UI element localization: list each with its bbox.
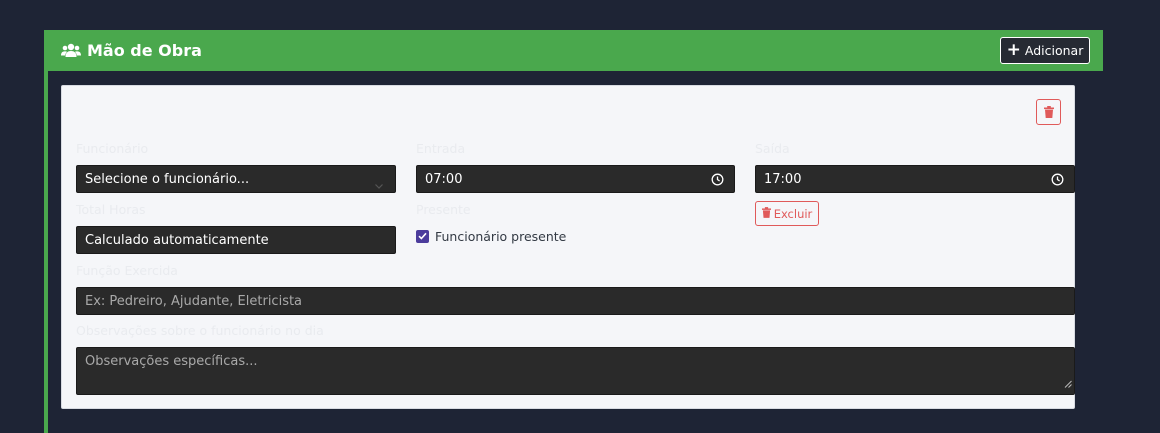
employee-card: Funcionário Entrada Saída Selecione o fu… <box>61 85 1075 409</box>
add-button[interactable]: + Adicionar <box>1000 37 1090 64</box>
entrada-time-input[interactable]: 07:00 <box>416 165 735 193</box>
observacoes-textarea[interactable]: Observações específicas... <box>76 347 1075 395</box>
observacoes-label: Observações sobre o funcionário no dia <box>76 323 324 338</box>
plus-icon: + <box>1006 40 1021 60</box>
total-horas-label: Total Horas <box>76 202 146 217</box>
check-icon <box>418 232 427 240</box>
funcao-input[interactable]: Ex: Pedreiro, Ajudante, Eletricista <box>76 287 1075 315</box>
users-icon <box>61 43 81 59</box>
presente-checkbox-label: Funcionário presente <box>435 228 567 244</box>
presente-label: Presente <box>416 202 471 217</box>
saida-time-input[interactable]: 17:00 <box>755 165 1075 193</box>
funcionario-select-value: Selecione o funcionário... <box>85 171 250 187</box>
funcionario-label: Funcionário <box>76 141 149 156</box>
chevron-down-icon <box>375 178 383 193</box>
excluir-label: Excluir <box>773 206 813 221</box>
add-button-label: Adicionar <box>1024 43 1084 58</box>
saida-time-value: 17:00 <box>764 171 802 187</box>
funcao-label: Função Exercida <box>76 263 178 278</box>
remove-card-button[interactable] <box>1036 99 1061 125</box>
entrada-label: Entrada <box>416 141 466 156</box>
section-left-border <box>44 71 48 433</box>
clock-icon[interactable] <box>1051 173 1064 190</box>
trash-icon <box>761 206 771 221</box>
saida-label: Saída <box>755 141 790 156</box>
section-title-text: Mão de Obra <box>87 41 202 60</box>
excluir-button[interactable]: Excluir <box>755 201 819 226</box>
trash-icon <box>1043 103 1054 122</box>
mao-de-obra-section: Mão de Obra + Adicionar Funcionário Entr… <box>44 30 1103 433</box>
section-header: Mão de Obra + Adicionar <box>44 30 1103 71</box>
entrada-time-value: 07:00 <box>425 171 463 187</box>
presente-checkbox[interactable] <box>416 229 429 243</box>
total-horas-field: Calculado automaticamente <box>76 226 396 254</box>
total-horas-value: Calculado automaticamente <box>85 232 269 248</box>
funcao-placeholder: Ex: Pedreiro, Ajudante, Eletricista <box>85 293 303 309</box>
observacoes-placeholder: Observações específicas... <box>85 354 258 369</box>
funcionario-select[interactable]: Selecione o funcionário... <box>76 165 396 193</box>
resize-handle-icon[interactable] <box>1064 377 1072 392</box>
presente-checkbox-row[interactable]: Funcionário presente <box>416 228 566 244</box>
section-title: Mão de Obra <box>61 30 202 71</box>
clock-icon[interactable] <box>711 173 724 190</box>
